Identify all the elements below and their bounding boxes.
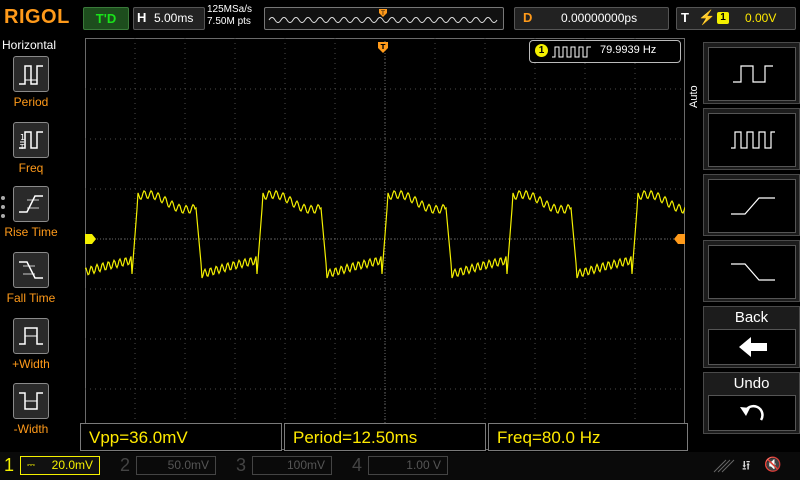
neg-width-label: -Width xyxy=(13,422,49,436)
top-status-bar: RIGOL T'D H 5.00ms 125MSa/s 7.50M pts T … xyxy=(0,0,800,36)
rising-edge-button[interactable] xyxy=(703,174,800,236)
measurement-freq[interactable]: Freq=80.0 Hz xyxy=(488,423,688,451)
channel-status-bar: 1 ⎓ 20.0mV 2 50.0mV 3 100mV 4 1.00 V ⭿ 🔇 xyxy=(0,452,800,480)
dc-coupling-icon: ⎓ xyxy=(27,460,35,471)
freq-counter-channel: 1 xyxy=(535,44,548,57)
undo-button[interactable]: Undo xyxy=(703,372,800,434)
signal-type-menu: Auto Back Undo xyxy=(688,40,800,450)
auto-mode-label: Auto xyxy=(688,85,700,108)
delay-label: D xyxy=(523,10,533,25)
square-low-freq-button[interactable] xyxy=(703,42,800,104)
ch1-scale: 20.0mV xyxy=(51,458,93,472)
undo-icon xyxy=(740,404,764,421)
timebase-value: 5.00ms xyxy=(154,11,194,25)
rigol-logo: RIGOL xyxy=(4,6,70,28)
memory-waveform-icon: T xyxy=(268,9,498,23)
falling-edge-button[interactable] xyxy=(703,240,800,302)
trigger-status-badge: T'D xyxy=(83,7,129,30)
pos-width-label: +Width xyxy=(12,357,50,371)
undo-label: Undo xyxy=(733,375,770,392)
period-label: Period xyxy=(13,95,49,109)
falling-edge-icon xyxy=(731,263,775,281)
ch4-scale: 1.00 V xyxy=(406,458,441,472)
trigger-level: 0.00V xyxy=(745,11,777,25)
memory-overview-strip[interactable]: T xyxy=(264,7,504,30)
rising-edge-icon xyxy=(731,197,775,215)
ch4-number: 4 xyxy=(352,455,363,475)
fall-time-icon xyxy=(13,252,49,288)
rise-time-icon xyxy=(13,186,49,222)
freq-counter-badge: 1 79.9939 Hz xyxy=(529,40,681,63)
ch4-status[interactable]: 4 1.00 V xyxy=(348,454,460,478)
speaker-muted-icon[interactable]: 🔇 xyxy=(764,456,781,473)
usb-icon: ⭿ xyxy=(742,458,751,473)
ch2-scale: 50.0mV xyxy=(167,458,209,472)
square-wave-icon xyxy=(733,65,773,83)
rising-edge-icon: ⚡ xyxy=(698,9,716,25)
ch1-offset-marker xyxy=(85,234,96,244)
back-label: Back xyxy=(734,309,769,326)
pos-width-icon xyxy=(13,318,49,354)
waveform-display[interactable]: T xyxy=(85,38,685,450)
measure-pos-width-button[interactable]: +Width xyxy=(0,318,62,380)
square-high-freq-button[interactable] xyxy=(703,108,800,170)
ch3-status[interactable]: 3 100mV xyxy=(232,454,344,478)
sample-rate: 125MSa/s xyxy=(207,4,253,15)
trigger-label: T xyxy=(681,10,689,25)
memory-depth: 7.50M pts xyxy=(207,16,251,27)
measurement-vpp[interactable]: Vpp=36.0mV xyxy=(80,423,282,451)
svg-text:T: T xyxy=(19,143,25,151)
measure-rise-time-button[interactable]: Rise Time xyxy=(0,186,62,248)
square-wave-icon xyxy=(552,46,591,58)
measure-freq-button[interactable]: 1T Freq xyxy=(0,122,62,184)
ch1-status[interactable]: 1 ⎓ 20.0mV xyxy=(0,454,112,478)
rise-time-label: Rise Time xyxy=(4,225,58,239)
horizontal-timebase-box[interactable]: H 5.00ms xyxy=(133,7,205,30)
fall-time-label: Fall Time xyxy=(6,291,56,305)
delay-value: 0.00000000ps xyxy=(561,11,638,25)
period-icon xyxy=(13,56,49,92)
square-wave-dense-icon xyxy=(731,131,775,149)
measure-fall-time-button[interactable]: Fall Time xyxy=(0,252,62,314)
measure-period-button[interactable]: Period xyxy=(0,56,62,118)
trigger-source-badge: 1 xyxy=(717,12,729,24)
ch3-scale: 100mV xyxy=(286,458,325,472)
ch2-number: 2 xyxy=(120,455,131,475)
freq-icon: 1T xyxy=(13,122,49,158)
trigger-box[interactable]: T ⚡ 1 0.00V xyxy=(676,7,796,30)
sample-info: 125MSa/s 7.50M pts xyxy=(207,4,252,28)
trigger-level-marker xyxy=(674,234,685,244)
freq-counter-value: 79.9939 Hz xyxy=(600,44,657,56)
measurement-period[interactable]: Period=12.50ms xyxy=(284,423,486,451)
delay-box[interactable]: D 0.00000000ps xyxy=(514,7,669,30)
ch2-status[interactable]: 2 50.0mV xyxy=(116,454,228,478)
svg-text:1: 1 xyxy=(20,133,25,142)
menu-title: Horizontal xyxy=(2,38,57,52)
measure-menu: Horizontal Period 1T Freq Rise Time Fall… xyxy=(0,38,62,450)
back-button[interactable]: Back xyxy=(703,306,800,368)
ch1-number: 1 xyxy=(4,455,15,475)
svg-text:T: T xyxy=(381,43,386,51)
freq-label: Freq xyxy=(18,161,44,175)
neg-width-icon xyxy=(13,383,49,419)
measure-neg-width-button[interactable]: -Width xyxy=(0,383,62,445)
horizontal-label: H xyxy=(137,10,147,25)
trigger-position-marker: T xyxy=(378,42,388,53)
ch3-number: 3 xyxy=(236,455,247,475)
back-arrow-icon xyxy=(739,337,767,357)
svg-text:T: T xyxy=(380,10,385,17)
graticule xyxy=(85,38,685,450)
